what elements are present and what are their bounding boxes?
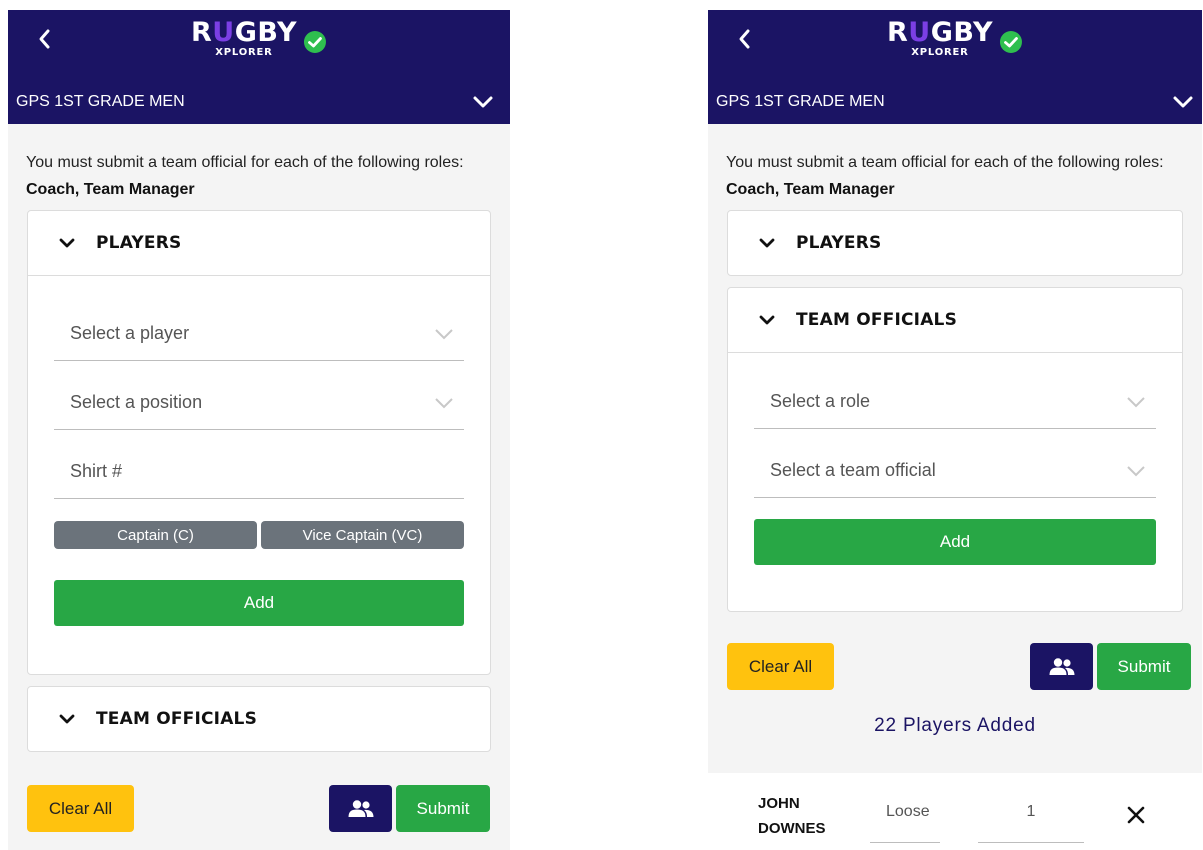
submit-button[interactable]: Submit	[396, 785, 490, 832]
chevron-down-icon	[473, 96, 493, 108]
rugby-xplorer-logo: RUGBY XPLORER	[887, 18, 1023, 70]
player-position-select[interactable]: Loose	[870, 803, 940, 843]
player-shirt-input[interactable]: 1	[978, 803, 1084, 843]
phone-screen-team-officials: RUGBY XPLORER GPS 1ST GRADE MEN You must…	[708, 10, 1202, 850]
chevron-down-icon	[59, 714, 75, 724]
app-header: RUGBY XPLORER	[708, 10, 1202, 80]
chevron-left-icon	[739, 29, 750, 49]
chevron-down-icon	[59, 238, 75, 248]
team-officials-section-toggle[interactable]: TEAM OFFICIALS	[28, 687, 490, 751]
captain-toggle[interactable]: Captain (C)	[54, 521, 257, 549]
back-button[interactable]	[30, 20, 58, 58]
players-added-count: 22 Players Added	[874, 715, 1036, 736]
players-section-toggle[interactable]: PLAYERS	[28, 211, 490, 275]
players-section-title: PLAYERS	[796, 233, 882, 253]
action-bar: Clear All Submit	[708, 643, 1202, 691]
competition-selector[interactable]: GPS 1ST GRADE MEN	[708, 80, 1202, 124]
required-officials-notice: You must submit a team official for each…	[26, 154, 464, 198]
team-officials-section-toggle[interactable]: TEAM OFFICIALS	[728, 288, 1182, 352]
shirt-number-input[interactable]: Shirt #	[54, 430, 464, 499]
chevron-down-icon	[435, 398, 453, 409]
close-icon	[1127, 806, 1145, 824]
competition-name: GPS 1ST GRADE MEN	[16, 93, 185, 110]
rugby-xplorer-logo: RUGBY XPLORER	[191, 18, 327, 70]
players-section-toggle[interactable]: PLAYERS	[728, 211, 1182, 275]
chevron-down-icon	[1127, 466, 1145, 477]
players-section: PLAYERS	[727, 210, 1183, 276]
chevron-down-icon	[435, 329, 453, 340]
add-player-button[interactable]: Add	[54, 580, 464, 626]
back-button[interactable]	[730, 20, 758, 58]
check-circle-icon	[304, 31, 327, 53]
chevron-down-icon	[1173, 96, 1193, 108]
required-roles: Coach, Team Manager	[26, 181, 195, 198]
phone-screen-players: RUGBY XPLORER GPS 1ST GRADE MEN You must…	[8, 10, 510, 850]
action-bar: Clear All Submit	[8, 785, 510, 833]
team-officials-section: TEAM OFFICIALS Select a role Select a te…	[727, 287, 1183, 612]
people-icon	[1049, 657, 1074, 675]
chevron-left-icon	[39, 29, 50, 49]
team-officials-form: Select a role Select a team official Add	[728, 352, 1182, 611]
players-form: Select a player Select a position Shirt …	[28, 275, 490, 674]
add-official-button[interactable]: Add	[754, 519, 1156, 565]
players-section: PLAYERS Select a player Select a positio…	[27, 210, 491, 675]
competition-name: GPS 1ST GRADE MEN	[716, 93, 885, 110]
competition-selector[interactable]: GPS 1ST GRADE MEN	[8, 80, 510, 124]
required-officials-notice: You must submit a team official for each…	[726, 154, 1164, 198]
team-officials-section-title: TEAM OFFICIALS	[796, 310, 958, 330]
submit-button[interactable]: Submit	[1097, 643, 1191, 690]
position-select[interactable]: Select a position	[54, 361, 464, 430]
app-header: RUGBY XPLORER	[8, 10, 510, 80]
role-select[interactable]: Select a role	[754, 369, 1156, 429]
player-row: JOHN DOWNES Loose 1	[708, 773, 1202, 850]
team-list-button[interactable]	[1030, 643, 1093, 690]
clear-all-button[interactable]: Clear All	[727, 643, 834, 690]
remove-player-button[interactable]	[1126, 805, 1146, 830]
people-icon	[348, 799, 373, 817]
team-officials-section-title: TEAM OFFICIALS	[96, 709, 258, 729]
check-circle-icon	[1000, 31, 1023, 53]
required-roles: Coach, Team Manager	[726, 181, 895, 198]
chevron-down-icon	[759, 315, 775, 325]
chevron-down-icon	[1127, 397, 1145, 408]
vice-captain-toggle[interactable]: Vice Captain (VC)	[261, 521, 464, 549]
player-select[interactable]: Select a player	[54, 292, 464, 361]
team-list-button[interactable]	[329, 785, 392, 832]
chevron-down-icon	[759, 238, 775, 248]
player-name: JOHN DOWNES	[758, 795, 826, 837]
players-section-title: PLAYERS	[96, 233, 182, 253]
clear-all-button[interactable]: Clear All	[27, 785, 134, 832]
team-official-select[interactable]: Select a team official	[754, 429, 1156, 498]
team-officials-section: TEAM OFFICIALS	[27, 686, 491, 752]
